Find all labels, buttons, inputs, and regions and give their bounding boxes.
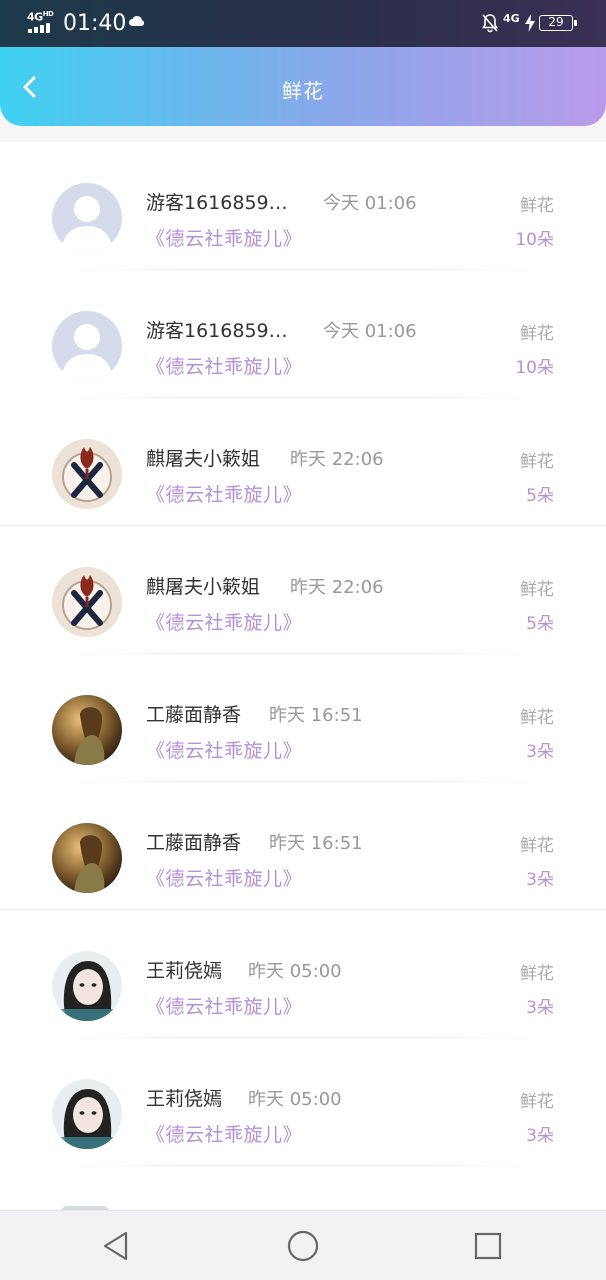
- photo-avatar-icon: [52, 695, 122, 765]
- program-link[interactable]: 《德云社乖旋儿》: [146, 864, 302, 891]
- gift-count: 10朵: [515, 230, 554, 250]
- header-bar: 鲜花: [0, 47, 606, 126]
- emblem-avatar-icon: [52, 439, 122, 509]
- gift-count: 3朵: [526, 742, 554, 762]
- gift-type: 鲜花: [520, 452, 554, 472]
- clock: 01:40: [63, 11, 127, 36]
- program-link[interactable]: 《德云社乖旋儿》: [146, 992, 302, 1019]
- gift-count: 5朵: [526, 614, 554, 634]
- list-item[interactable]: 工藤面静香 昨天 16:51 《德云社乖旋儿》 鲜花 3朵: [0, 654, 606, 782]
- program-link[interactable]: 《德云社乖旋儿》: [146, 1120, 302, 1147]
- cellular-type: 4G: [503, 12, 520, 25]
- user-name: 麒屠夫小簌姐: [146, 448, 261, 470]
- program-link[interactable]: 《德云社乖旋儿》: [146, 480, 302, 507]
- user-name: 王莉侥嫣: [146, 960, 223, 982]
- mute-bell-icon: [482, 14, 498, 33]
- list-item[interactable]: 工藤面静香 昨天 16:51 《德云社乖旋儿》 鲜花 3朵: [0, 782, 606, 910]
- user-name: 王莉侥嫣: [146, 1088, 223, 1110]
- cloud-icon: [129, 16, 145, 26]
- gift-type: 鲜花: [520, 196, 554, 216]
- gift-count: 5朵: [526, 486, 554, 506]
- timestamp: 昨天 22:06: [290, 449, 384, 470]
- default-avatar-icon: [52, 311, 122, 381]
- timestamp: 昨天 05:00: [248, 1089, 342, 1110]
- gift-count: 3朵: [526, 870, 554, 890]
- default-avatar-icon: [52, 183, 122, 253]
- gift-type: 鲜花: [520, 1092, 554, 1112]
- divider: [60, 1165, 546, 1166]
- user-name: 游客1616859…: [146, 320, 288, 342]
- program-link[interactable]: 《德云社乖旋儿》: [146, 224, 302, 251]
- timestamp: 昨天 16:51: [269, 705, 363, 726]
- girl-avatar-icon: [52, 951, 122, 1021]
- system-nav-bar: [0, 1210, 606, 1280]
- square-recents-icon[interactable]: [471, 1229, 505, 1263]
- list-item[interactable]: 游客1616859… 今天 01:06 《德云社乖旋儿》 鲜花 10朵: [0, 270, 606, 398]
- girl-avatar-icon: [52, 1079, 122, 1149]
- gift-type: 鲜花: [520, 708, 554, 728]
- program-link[interactable]: 《德云社乖旋儿》: [146, 352, 302, 379]
- program-link[interactable]: 《德云社乖旋儿》: [146, 736, 302, 763]
- gift-count: 10朵: [515, 358, 554, 378]
- charging-icon: [525, 14, 535, 32]
- user-name: 麒屠夫小簌姐: [146, 576, 261, 598]
- timestamp: 昨天 16:51: [269, 833, 363, 854]
- program-link[interactable]: 《德云社乖旋儿》: [146, 608, 302, 635]
- gift-type: 鲜花: [520, 836, 554, 856]
- triangle-back-icon[interactable]: [99, 1229, 133, 1263]
- list-item[interactable]: 麒屠夫小簌姐 昨天 22:06 《德云社乖旋儿》 鲜花 5朵: [0, 526, 606, 654]
- timestamp: 昨天 22:06: [290, 577, 384, 598]
- timestamp: 今天 01:06: [323, 321, 417, 342]
- timestamp: 昨天 05:00: [248, 961, 342, 982]
- gift-count: 3朵: [526, 1126, 554, 1146]
- user-name: 游客1616859…: [146, 192, 288, 214]
- status-bar: 4GHD 01:40 4G 29: [0, 0, 606, 47]
- photo-avatar-icon: [52, 823, 122, 893]
- circle-home-icon[interactable]: [286, 1229, 320, 1263]
- network-type: 4GHD: [27, 10, 54, 24]
- list-item[interactable]: 王莉侥嫣 昨天 05:00 《德云社乖旋儿》 鲜花 3朵: [0, 910, 606, 1038]
- user-name: 工藤面静香: [146, 704, 242, 726]
- battery-indicator: 29: [539, 15, 577, 31]
- page-title: 鲜花: [282, 79, 324, 103]
- gift-type: 鲜花: [520, 324, 554, 344]
- user-name: 工藤面静香: [146, 832, 242, 854]
- gift-count: 3朵: [526, 998, 554, 1018]
- gift-record-list: 游客1616859… 今天 01:06 《德云社乖旋儿》 鲜花 10朵 游客16…: [0, 142, 606, 1210]
- list-item[interactable]: 王莉侥嫣 昨天 05:00 《德云社乖旋儿》 鲜花 3朵: [0, 1038, 606, 1166]
- gift-type: 鲜花: [520, 964, 554, 984]
- signal-icon: [28, 23, 54, 33]
- emblem-avatar-icon: [52, 567, 122, 637]
- gift-type: 鲜花: [520, 580, 554, 600]
- list-item[interactable]: 麒屠夫小簌姐 昨天 22:06 《德云社乖旋儿》 鲜花 5朵: [0, 398, 606, 526]
- timestamp: 今天 01:06: [323, 193, 417, 214]
- list-item[interactable]: 游客1616859… 今天 01:06 《德云社乖旋儿》 鲜花 10朵: [0, 142, 606, 270]
